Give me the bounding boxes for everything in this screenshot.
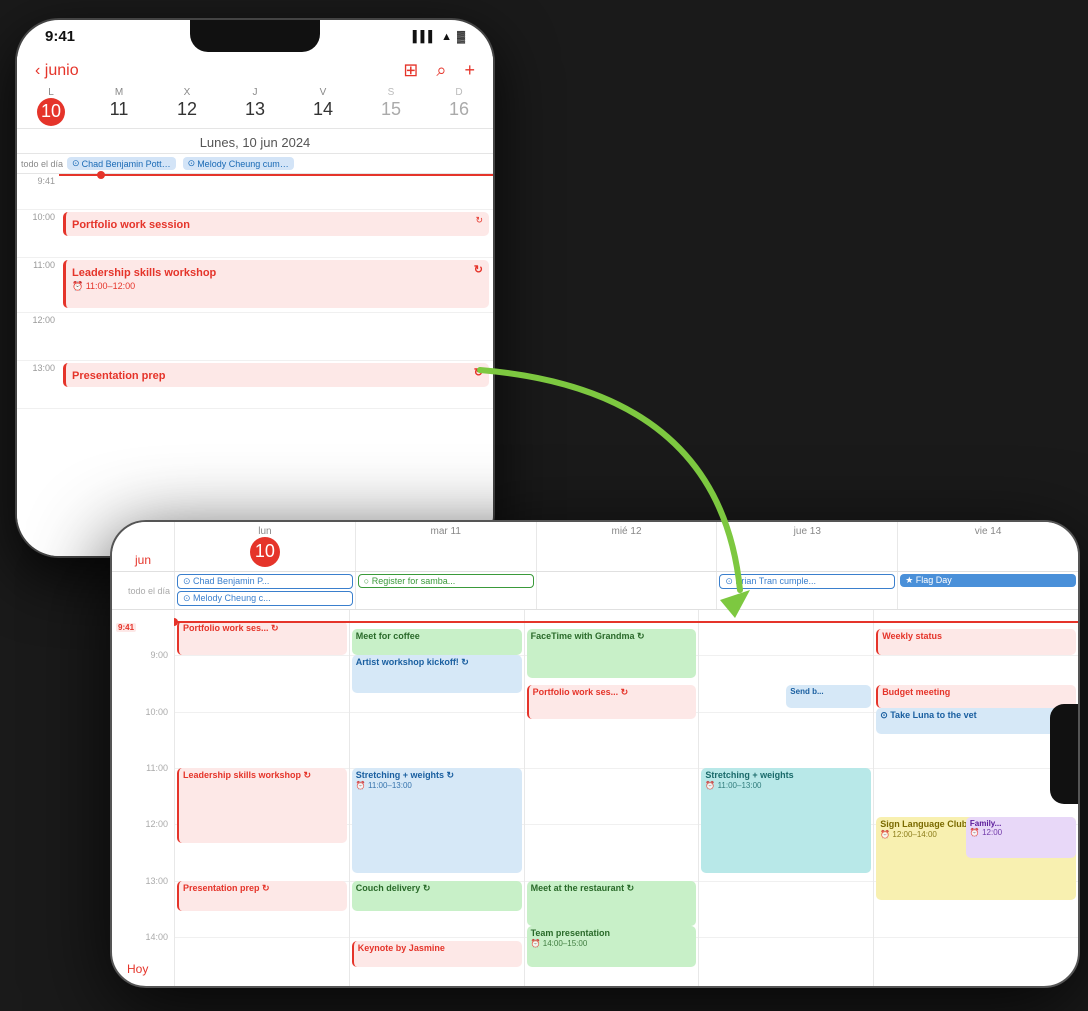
event-tue-keynote[interactable]: Keynote by Jasmine: [352, 941, 522, 967]
month-label-side: jun: [112, 522, 174, 571]
hoy-button[interactable]: Hoy: [127, 962, 148, 976]
current-time-line: [59, 174, 493, 176]
allday-event-samba[interactable]: ○ Register for samba...: [358, 574, 534, 588]
week-day-fri[interactable]: V 14: [289, 87, 357, 126]
col-header-tue[interactable]: mar 11: [355, 522, 536, 571]
landscape-notch: [1050, 704, 1078, 804]
days-grid: Portfolio work ses... ↻ Leadership skill…: [174, 610, 1078, 986]
allday-event-flagday[interactable]: ★ Flag Day: [900, 574, 1076, 587]
event-fri-budget[interactable]: Budget meeting: [876, 685, 1076, 708]
time-13: 13:00: [145, 876, 168, 886]
allday-side-label: todo el día: [112, 572, 174, 609]
event-thu-stretching[interactable]: Stretching + weights ⏰ 11:00–13:00: [701, 768, 871, 873]
wifi-icon: ▲: [441, 31, 452, 43]
timeslot-11: 11:00 Leadership skills workshop ↻ ⏰ 11:…: [17, 258, 493, 313]
week-day-thu[interactable]: J 13: [221, 87, 289, 126]
event-leadership[interactable]: Leadership skills workshop ↻ ⏰ 11:00–12:…: [63, 260, 489, 308]
back-button[interactable]: ‹ junio: [35, 62, 79, 80]
day-col-tue: Meet for coffee Artist workshop kickoff!…: [349, 610, 524, 986]
col-header-thu[interactable]: jue 13: [716, 522, 897, 571]
event-mon-portfolio[interactable]: Portfolio work ses... ↻: [177, 621, 347, 655]
col-header-wed[interactable]: mié 12: [536, 522, 717, 571]
time-14: 14:00: [145, 932, 168, 942]
phone1-calendar: ‹ junio ⊞ ⌕ + L 10 M 11 X 12 J 13: [17, 56, 493, 556]
signal-icon: ▌▌▌: [413, 31, 436, 43]
event-tue-stretching[interactable]: Stretching + weights ↻ ⏰ 11:00–13:00: [352, 768, 522, 873]
time-9: 9:00: [150, 650, 168, 660]
status-time: 9:41: [45, 28, 75, 45]
status-icons: ▌▌▌ ▲ ▓: [413, 31, 465, 43]
timeslot-13: 13:00 Presentation prep ↻: [17, 361, 493, 409]
allday-label: todo el día: [21, 159, 63, 169]
col-header-fri[interactable]: vie 14: [897, 522, 1078, 571]
event-mon-presentation[interactable]: Presentation prep ↻: [177, 881, 347, 911]
event-tue-couch[interactable]: Couch delivery ↻: [352, 881, 522, 911]
allday-row: todo el día ⊙ Chad Benjamin Pott… ⊙ Melo…: [17, 154, 493, 174]
allday-col-mon: ⊙ Chad Benjamin P... ⊙ Melody Cheung c..…: [174, 572, 355, 609]
cal-body: 9:00 10:00 11:00 12:00 13:00 14:00 9:41: [112, 610, 1078, 986]
add-event-button[interactable]: +: [464, 60, 475, 81]
allday-col-tue: ○ Register for samba...: [355, 572, 536, 609]
allday-col-thu: ⊙ Brian Tran cumple...: [716, 572, 897, 609]
allday-event-brian[interactable]: ⊙ Brian Tran cumple...: [719, 574, 895, 589]
current-time-indicator: 9:41: [116, 621, 136, 633]
allday-col-fri: ★ Flag Day: [897, 572, 1078, 609]
month-label: jun: [135, 553, 151, 567]
week-day-sat[interactable]: S 15: [357, 87, 425, 126]
event-thu-send[interactable]: Send b...: [786, 685, 871, 708]
event-fri-weekly[interactable]: Weekly status: [876, 629, 1076, 655]
time-12: 12:00: [145, 819, 168, 829]
allday-event-chad[interactable]: ⊙ Chad Benjamin Pott…: [67, 157, 176, 170]
event-fri-family[interactable]: Family... ⏰ 12:00: [966, 817, 1076, 858]
time-11: 11:00: [146, 763, 168, 773]
week-day-mon[interactable]: L 10: [17, 87, 85, 126]
week-day-tue[interactable]: M 11: [85, 87, 153, 126]
event-wed-team[interactable]: Team presentation ⏰ 14:00–15:00: [527, 926, 697, 967]
event-fri-vet[interactable]: ⊙ Take Luna to the vet: [876, 708, 1076, 734]
event-mon-leadership[interactable]: Leadership skills workshop ↻: [177, 768, 347, 843]
day-col-fri: Weekly status Budget meeting ⊙ Take Luna…: [873, 610, 1078, 986]
time-10: 10:00: [145, 707, 168, 717]
timeslot-10: 10:00 Portfolio work session ↻: [17, 210, 493, 258]
col-header-mon[interactable]: lun 10: [174, 522, 355, 571]
current-time-line-landscape: [174, 621, 1078, 623]
cal-week-header: jun lun 10 mar 11 mié 12 jue 13 vie 14: [112, 522, 1078, 572]
grid-view-button[interactable]: ⊞: [403, 60, 418, 81]
event-wed-portfolio[interactable]: Portfolio work ses... ↻: [527, 685, 697, 719]
phone-portrait: 9:41 ▌▌▌ ▲ ▓ ‹ junio ⊞ ⌕ + L 10 M 11: [15, 18, 495, 558]
battery-icon: ▓: [457, 31, 465, 43]
event-tue-artist[interactable]: Artist workshop kickoff! ↻: [352, 655, 522, 693]
allday-col-wed: [536, 572, 717, 609]
day-col-mon: Portfolio work ses... ↻ Leadership skill…: [174, 610, 349, 986]
event-tue-coffee[interactable]: Meet for coffee: [352, 629, 522, 655]
allday-event-melody[interactable]: ⊙ Melody Cheung c...: [177, 591, 353, 606]
week-day-sun[interactable]: D 16: [425, 87, 493, 126]
event-wed-restaurant[interactable]: Meet at the restaurant ↻: [527, 881, 697, 926]
event-wed-facetime[interactable]: FaceTime with Grandma ↻: [527, 629, 697, 678]
phone-landscape: jun lun 10 mar 11 mié 12 jue 13 vie 14: [110, 520, 1080, 988]
notch: [190, 20, 320, 52]
event-portfolio[interactable]: Portfolio work session ↻: [63, 212, 489, 236]
search-button[interactable]: ⌕: [436, 60, 446, 81]
week-strip: L 10 M 11 X 12 J 13 V 14 S 15: [17, 85, 493, 129]
timeslot-12: 12:00: [17, 313, 493, 361]
day-col-wed: FaceTime with Grandma ↻ Portfolio work s…: [524, 610, 699, 986]
landscape-calendar: jun lun 10 mar 11 mié 12 jue 13 vie 14: [112, 522, 1078, 986]
allday-event-melody[interactable]: ⊙ Melody Cheung cum…: [183, 157, 294, 170]
allday-event-chad[interactable]: ⊙ Chad Benjamin P...: [177, 574, 353, 589]
day-label: Lunes, 10 jun 2024: [17, 129, 493, 154]
time-column: 9:00 10:00 11:00 12:00 13:00 14:00 9:41: [112, 610, 174, 986]
event-presentation-prep[interactable]: Presentation prep ↻: [63, 363, 489, 387]
day-col-thu: Send b... Stretching + weights ⏰ 11:00–1…: [698, 610, 873, 986]
calendar-header: ‹ junio ⊞ ⌕ +: [17, 56, 493, 85]
allday-row-landscape: todo el día ⊙ Chad Benjamin P... ⊙ Melod…: [112, 572, 1078, 610]
week-day-wed[interactable]: X 12: [153, 87, 221, 126]
